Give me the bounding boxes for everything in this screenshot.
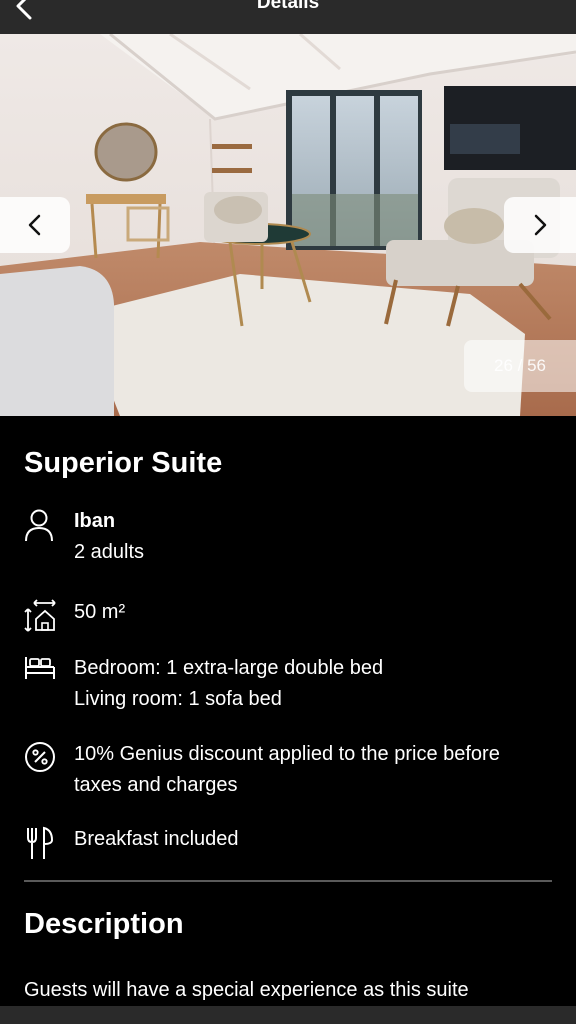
person-icon [24, 506, 74, 542]
divider [24, 880, 552, 882]
guest-info: Iban 2 adults [24, 506, 552, 568]
room-details: Superior Suite [0, 416, 576, 480]
top-bar: Details [0, 0, 576, 34]
fork-knife-icon [24, 824, 74, 860]
living-room-bed: Living room: 1 sofa bed [74, 688, 282, 710]
guest-name: Iban [74, 510, 116, 532]
discount-line-2: taxes and charges [74, 774, 238, 796]
discount-info: 10% Genius discount applied to the price… [24, 739, 552, 801]
description-text: Guests will have a special experience as… [24, 979, 469, 1001]
bed-icon [24, 653, 74, 681]
previous-photo-button[interactable] [0, 197, 70, 253]
description-title: Description [24, 908, 184, 940]
photo-gallery[interactable]: 26 / 56 [0, 34, 576, 416]
percent-icon [24, 739, 74, 773]
next-photo-button[interactable] [504, 197, 576, 253]
page-title: Details [256, 0, 320, 13]
chevron-right-icon [534, 214, 547, 236]
room-size: 50 m² [24, 597, 552, 633]
room-title: Superior Suite [24, 447, 223, 479]
bottom-tab-bar[interactable] [0, 1006, 576, 1024]
chevron-left-icon [28, 214, 41, 236]
occupancy: 2 adults [74, 541, 145, 563]
breakfast-text: Breakfast included [74, 828, 239, 850]
room-size-icon [24, 597, 74, 633]
bedroom-bed: Bedroom: 1 extra-large double bed [74, 657, 384, 679]
room-size-value: 50 m² [74, 601, 126, 623]
discount-line-1: 10% Genius discount applied to the price… [74, 743, 500, 765]
breakfast-info: Breakfast included [24, 824, 552, 860]
bed-info: Bedroom: 1 extra-large double bed Living… [24, 653, 552, 715]
photo-counter: 26 / 56 [464, 340, 576, 392]
